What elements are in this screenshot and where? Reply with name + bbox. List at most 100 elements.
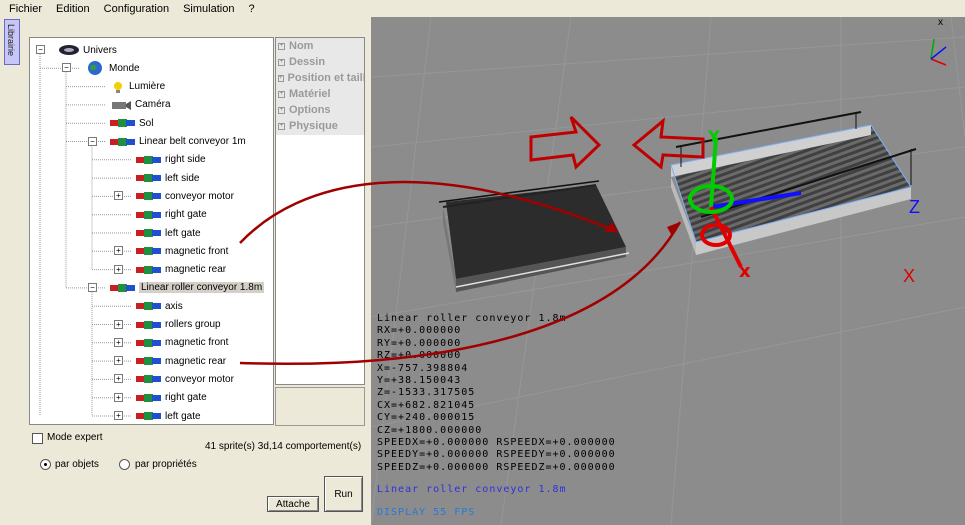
object-icon (136, 173, 162, 183)
expand-icon[interactable]: + (114, 356, 123, 366)
par-objets-label: par objets (55, 459, 99, 470)
hud-line: CY=+240.000015 (377, 412, 476, 424)
tree-node[interactable]: right side (136, 151, 206, 169)
expand-icon[interactable]: + (114, 191, 123, 201)
globe-icon (84, 60, 106, 76)
object-icon (136, 210, 162, 220)
par-proprietes-label: par propriétés (135, 459, 197, 470)
tree-node[interactable]: left side (136, 169, 199, 187)
hud-line: Linear roller conveyor 1.8m (377, 313, 567, 324)
hud-line: CZ=+1800.000000 (377, 424, 483, 436)
bottom-controls: Mode expert 41 sprite(s) 3d,14 comportem… (0, 428, 370, 525)
property-group-label: Options (289, 104, 331, 116)
tree-node[interactable]: right gate (136, 206, 207, 224)
property-group-2[interactable]: + Position et taill (276, 70, 364, 86)
expand-icon[interactable]: + (114, 392, 123, 402)
property-group-0[interactable]: + Nom (276, 38, 364, 54)
menu-edition[interactable]: Edition (49, 3, 97, 15)
expand-icon[interactable]: + (114, 319, 123, 329)
expand-icon[interactable]: + (278, 90, 285, 98)
mode-expert-label: Mode expert (47, 432, 103, 443)
scene-tree[interactable]: Univers − Monde − Lumière Caméra Sol Linear bel… (29, 37, 274, 425)
tree-node[interactable]: conveyor motor (136, 187, 234, 205)
tree-node-label: conveyor motor (165, 373, 234, 385)
collapse-icon[interactable]: − (88, 136, 97, 146)
expand-icon[interactable]: + (114, 337, 123, 347)
object-icon (136, 155, 162, 165)
collapse-icon[interactable]: − (88, 282, 97, 292)
hud-line: RY=+0.000000 (377, 337, 462, 349)
expand-icon[interactable]: + (114, 264, 123, 274)
object-icon (136, 265, 162, 275)
expand-icon[interactable]: + (114, 246, 123, 256)
tree-node[interactable]: Lumière (110, 78, 165, 96)
mode-expert-checkbox[interactable] (32, 433, 43, 444)
menu-fichier[interactable]: Fichier (0, 3, 49, 15)
run-button[interactable]: Run (324, 476, 363, 512)
object-icon (136, 246, 162, 256)
property-group-label: Position et taill (287, 72, 365, 84)
tree-node-label: magnetic rear (165, 264, 227, 276)
properties-header: + Nom + Dessin + Position et taill + Matériel + O… (276, 38, 364, 135)
galaxy-icon (58, 44, 80, 56)
tree-node[interactable]: magnetic rear (136, 352, 226, 370)
expand-icon[interactable]: + (278, 42, 285, 50)
tree-node[interactable]: Linear belt conveyor 1m (110, 133, 246, 151)
expand-icon[interactable]: + (278, 58, 285, 66)
object-icon (136, 374, 162, 384)
hud-line: SPEEDY=+0.000000 RSPEEDY=+0.000000 (377, 449, 616, 461)
tree-node[interactable]: axis (136, 297, 183, 315)
tree-node-label: left side (165, 172, 200, 184)
property-group-5[interactable]: + Physique (276, 118, 364, 134)
tree-node[interactable]: left gate (136, 224, 201, 242)
hud-fps: DISPLAY 55 FPS (377, 507, 476, 518)
property-group-1[interactable]: + Dessin (276, 54, 364, 70)
expand-icon[interactable]: + (278, 74, 284, 82)
attache-button-label: Attache (276, 498, 310, 510)
axis-label-x: X (903, 266, 916, 286)
tree-node[interactable]: Univers (58, 41, 117, 59)
properties-footer (275, 387, 365, 426)
collapse-icon[interactable]: − (36, 45, 45, 54)
expand-icon[interactable]: + (114, 374, 123, 384)
svg-text:x: x (938, 17, 943, 28)
property-group-3[interactable]: + Matériel (276, 86, 364, 102)
tree-node[interactable]: left gate (136, 407, 201, 424)
tree-node[interactable]: right gate (136, 389, 207, 407)
tree-node-label: Linear belt conveyor 1m (139, 136, 246, 147)
object-icon (136, 228, 162, 238)
expand-icon[interactable]: + (114, 411, 123, 420)
menu-help[interactable]: ? (241, 3, 261, 15)
axis-label-z: Z (909, 197, 920, 217)
library-tab[interactable]: Librairie (4, 19, 20, 65)
expand-icon[interactable]: + (278, 122, 285, 130)
menu-configuration[interactable]: Configuration (97, 3, 176, 15)
tree-node[interactable]: magnetic front (136, 242, 228, 260)
property-group-label: Dessin (289, 56, 326, 68)
tree-node-label: magnetic front (165, 337, 229, 349)
tree-node-label: Caméra (135, 99, 171, 111)
par-objets-radio[interactable] (40, 459, 51, 470)
tree-node[interactable]: Monde (84, 59, 140, 77)
tree-node-label: right gate (165, 209, 207, 221)
menu-simulation[interactable]: Simulation (176, 3, 241, 15)
tree-node-label: Sol (139, 117, 154, 129)
tree-node-label: magnetic rear (165, 355, 227, 367)
par-proprietes-radio[interactable] (119, 459, 130, 470)
hud-readout: Linear roller conveyor 1.8m RX=+0.000000 R… (377, 313, 616, 474)
attache-button[interactable]: Attache (267, 496, 319, 512)
tree-node[interactable]: Sol (110, 114, 153, 132)
hud-line: Y=+38.150043 (377, 375, 462, 387)
property-group-4[interactable]: + Options (276, 102, 364, 118)
expand-icon[interactable]: + (278, 106, 285, 114)
tree-node[interactable]: magnetic rear (136, 261, 226, 279)
tree-node[interactable]: Linear roller conveyor 1.8m (110, 279, 265, 297)
tree-node[interactable]: conveyor motor (136, 370, 234, 388)
collapse-icon[interactable]: − (62, 63, 71, 73)
tree-node[interactable]: rollers group (136, 316, 221, 334)
properties-panel[interactable]: + Nom + Dessin + Position et taill + Matériel + O… (275, 37, 365, 385)
tree-node[interactable]: magnetic front (136, 334, 228, 352)
tree-node-label: Univers (83, 44, 117, 56)
tree-node[interactable]: Caméra (110, 96, 171, 114)
tree-node-label: magnetic front (165, 245, 229, 257)
